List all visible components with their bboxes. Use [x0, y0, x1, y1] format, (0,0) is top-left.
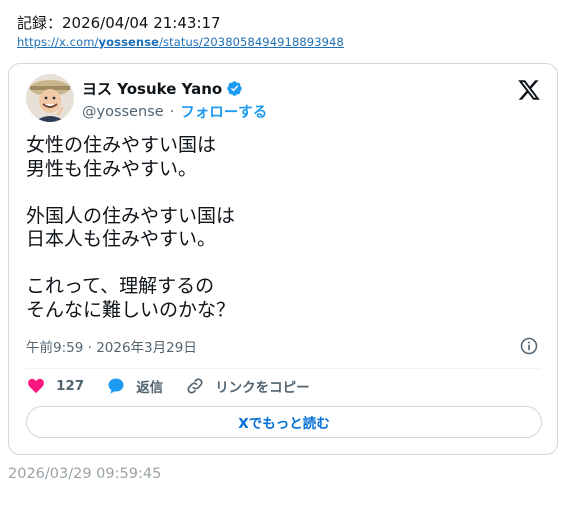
like-count: 127: [56, 378, 85, 394]
verified-badge-icon: [227, 81, 242, 96]
url-user: yossense: [98, 35, 160, 49]
url-suffix: /status/2038058494918893948: [159, 35, 344, 49]
handle-row: @yossense · フォローする: [82, 101, 267, 122]
tweet-line: 日本人も住みやすい。: [26, 228, 217, 250]
tweet-line: 女性の住みやすい国は: [26, 134, 217, 156]
tweet-line: 男性も住みやすい。: [26, 157, 198, 180]
info-icon[interactable]: [519, 336, 539, 356]
tweet-url-link[interactable]: https://x.com/yossense/status/2038058494…: [17, 35, 344, 49]
reply-bubble-icon: [108, 378, 124, 394]
divider: [26, 368, 540, 369]
link-icon: [187, 378, 203, 394]
follow-button[interactable]: フォローする: [180, 101, 267, 122]
reply-button[interactable]: 返信: [106, 376, 163, 396]
reply-label: 返信: [136, 380, 164, 396]
tweet-text: 女性の住みやすい国は 男性も住みやすい。 外国人の住みやすい国は 日本人も住みや…: [26, 134, 235, 322]
url-prefix: https://x.com/: [17, 35, 99, 49]
copy-link-button[interactable]: リンクをコピー: [185, 376, 310, 396]
archive-timestamp: 2026/03/29 09:59:45: [8, 466, 162, 482]
author-name-row[interactable]: ヨス Yosuke Yano: [82, 78, 243, 99]
like-button[interactable]: 127: [26, 376, 84, 396]
copy-link-label: リンクをコピー: [215, 380, 310, 396]
heart-icon: [28, 378, 44, 394]
display-name: ヨス Yosuke Yano: [82, 80, 223, 98]
tweet-line: そんなに難しいのかな？: [26, 298, 236, 321]
record-timestamp: 記録：2026/04/04 21:43:17: [17, 14, 221, 32]
avatar[interactable]: [26, 74, 74, 122]
tweet-line: これって、理解するの: [26, 275, 215, 297]
tweet-line-gap: [26, 252, 235, 276]
x-logo-icon[interactable]: [517, 78, 541, 102]
tweet-line: 外国人の住みやすい国は: [26, 204, 236, 227]
tweet-timestamp[interactable]: 午前9:59 · 2026年3月29日: [26, 336, 197, 356]
tweet-embed-card: ヨス Yosuke Yano @yossense · フォローする 女性の住みや…: [8, 63, 558, 455]
read-more-button[interactable]: Xでもっと読む: [26, 406, 542, 438]
author-handle[interactable]: @yossense: [82, 104, 164, 120]
action-bar: 127 返信 リンクをコピー: [26, 376, 332, 396]
tweet-line-gap: [26, 181, 235, 205]
separator-dot: ·: [169, 103, 175, 120]
